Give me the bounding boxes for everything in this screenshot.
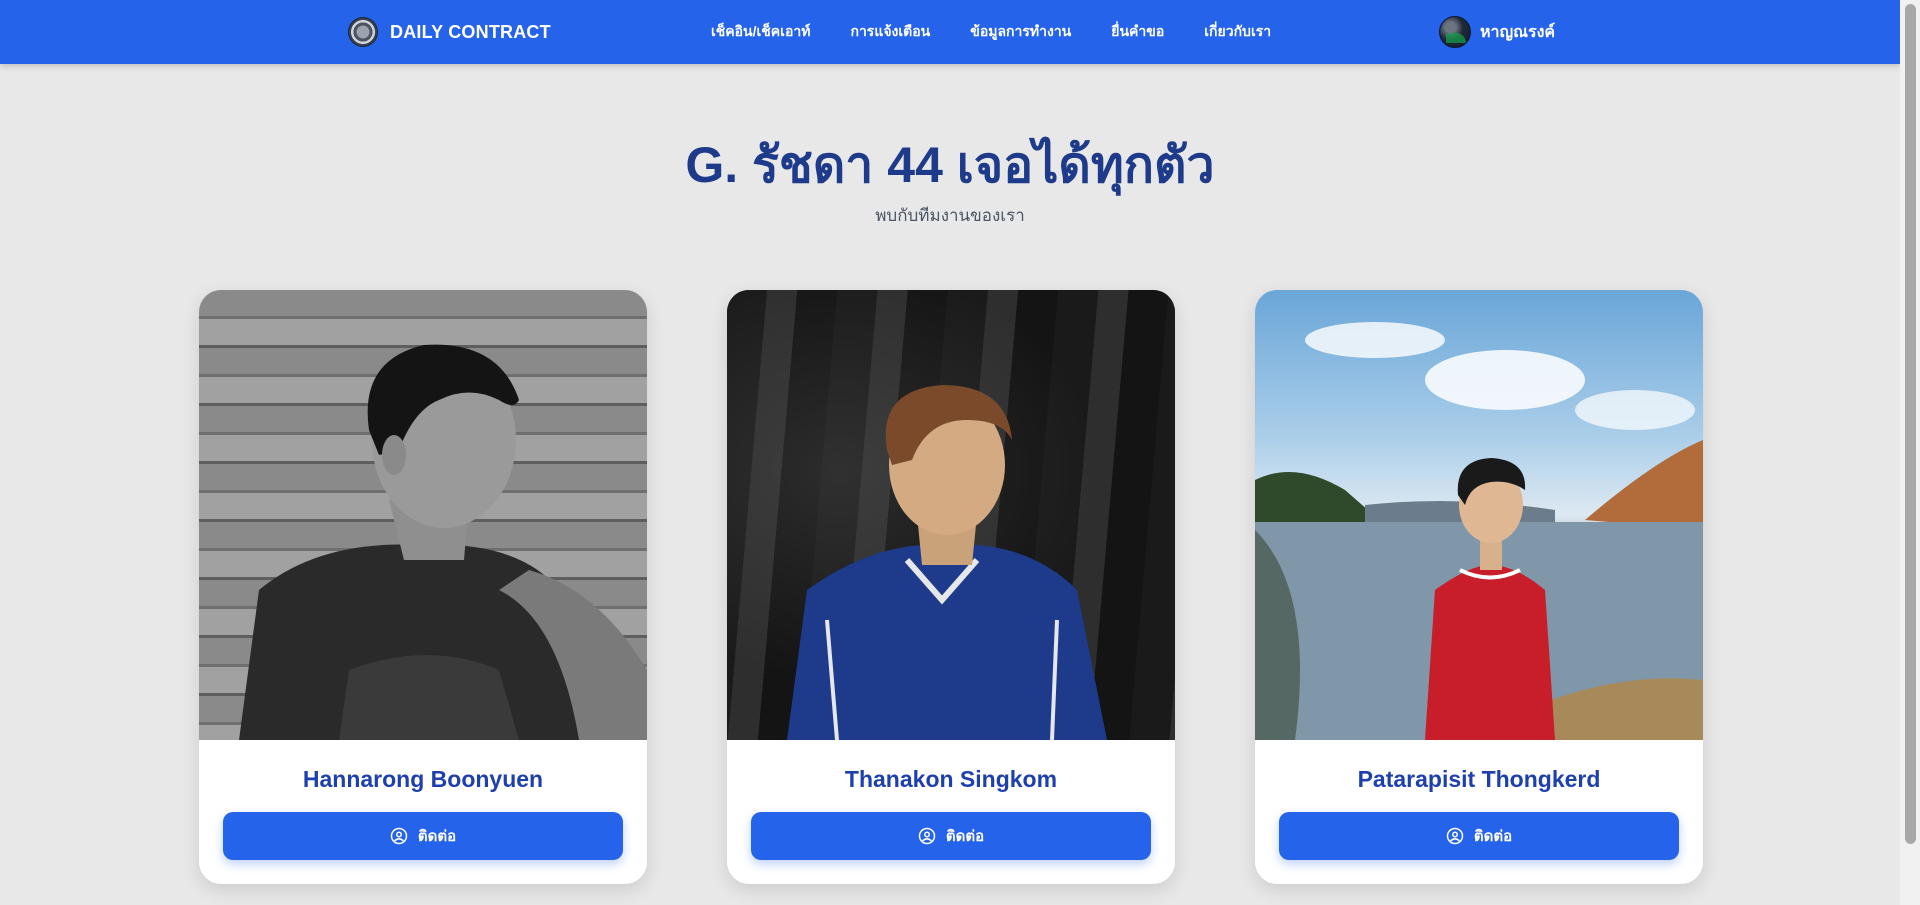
user-circle-icon: [1446, 827, 1464, 845]
nav-link-work-info[interactable]: ข้อมูลการทำงาน: [970, 21, 1071, 43]
brand-name: DAILY CONTRACT: [390, 21, 551, 42]
contact-button-label: ติดต่อ: [1473, 828, 1513, 845]
page-scrollbar[interactable]: [1900, 0, 1920, 905]
scrollbar-thumb[interactable]: [1905, 4, 1916, 844]
page-title: G. รัชดา 44 เจอได้ทุกตัว: [685, 137, 1215, 193]
brand-logo-icon: [348, 17, 378, 47]
nav-links: เช็คอิน/เช็คเอาท์ การแจ้งเตือน ข้อมูลการ…: [711, 0, 1271, 64]
user-menu[interactable]: หาญณรงค์: [1439, 16, 1555, 48]
page-subtitle: พบกับทีมงานของเรา: [875, 206, 1025, 225]
user-name: หาญณรงค์: [1480, 23, 1556, 41]
team-member-photo: [199, 290, 647, 740]
user-circle-icon: [390, 827, 408, 845]
contact-button[interactable]: ติดต่อ: [1279, 812, 1679, 860]
contact-button[interactable]: ติดต่อ: [223, 812, 623, 860]
user-circle-icon: [918, 827, 936, 845]
team-member-name: Hannarong Boonyuen: [302, 766, 544, 792]
team-member-name: Thanakon Singkom: [844, 766, 1058, 792]
brand-link[interactable]: DAILY CONTRACT: [348, 17, 551, 47]
team-member-photo: [1255, 290, 1703, 740]
contact-button[interactable]: ติดต่อ: [751, 812, 1151, 860]
user-avatar: [1439, 16, 1471, 48]
nav-link-about[interactable]: เกี่ยวกับเรา: [1204, 21, 1271, 43]
team-card: Thanakon Singkom ติดต่อ: [727, 290, 1175, 884]
team-card: Hannarong Boonyuen ติดต่อ: [199, 290, 647, 884]
top-navbar: DAILY CONTRACT เช็คอิน/เช็คเอาท์ การแจ้ง…: [0, 0, 1900, 64]
nav-link-notifications[interactable]: การแจ้งเตือน: [850, 21, 930, 43]
nav-link-requests[interactable]: ยื่นคำขอ: [1111, 21, 1164, 43]
team-member-name: Patarapisit Thongkerd: [1357, 766, 1601, 792]
nav-link-checkin[interactable]: เช็คอิน/เช็คเอาท์: [711, 21, 810, 43]
contact-button-label: ติดต่อ: [417, 828, 457, 845]
team-member-photo: [727, 290, 1175, 740]
team-card: Patarapisit Thongkerd ติดต่อ: [1255, 290, 1703, 884]
contact-button-label: ติดต่อ: [945, 828, 985, 845]
